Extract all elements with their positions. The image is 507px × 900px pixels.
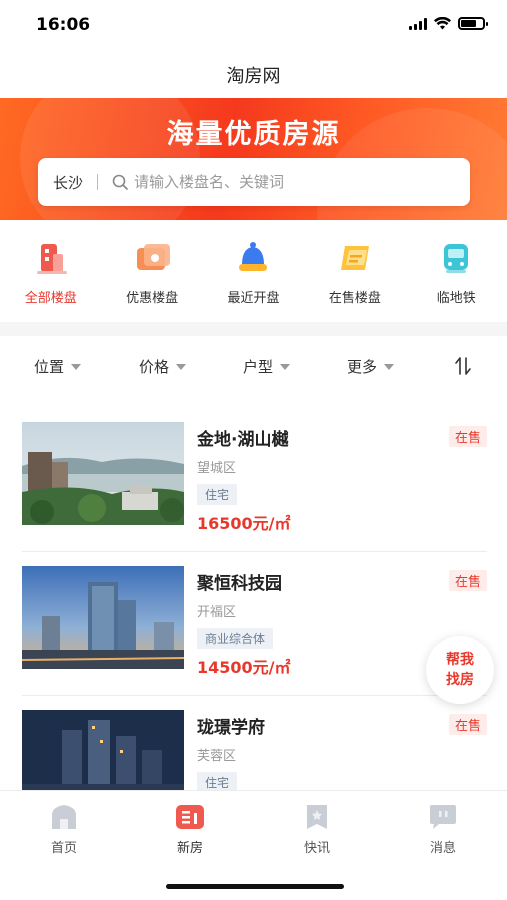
search-input[interactable] [134, 173, 415, 191]
new-house-icon [176, 805, 204, 829]
category-on-sale[interactable]: 在售楼盘 [304, 238, 405, 306]
caret-down-icon [384, 363, 395, 370]
category-near-subway[interactable]: 临地铁 [406, 238, 507, 306]
listing-district: 开福区 [197, 605, 237, 620]
filter-more[interactable]: 更多 [347, 356, 395, 377]
tab-messages[interactable]: 消息 [413, 803, 473, 856]
subway-icon [444, 244, 469, 273]
listing-price: 16500元/㎡ [197, 514, 291, 533]
filter-location[interactable]: 位置 [34, 356, 82, 377]
search-divider [97, 174, 99, 190]
home-indicator [166, 884, 344, 889]
section-divider [0, 322, 507, 336]
tag-icon [340, 246, 369, 270]
hero-banner: 海量优质房源 长沙 [0, 98, 507, 220]
wifi-icon [434, 17, 451, 30]
listing-name: 聚恒科技园 [197, 574, 282, 594]
listing-photo [22, 422, 184, 525]
property-type-tag: 住宅 [197, 484, 238, 505]
status-icons [409, 17, 488, 30]
row-divider [22, 551, 487, 552]
message-icon [430, 805, 456, 829]
page-title: 淘房网 [226, 66, 281, 87]
sort-icon[interactable] [454, 356, 472, 376]
news-icon [307, 805, 327, 829]
caret-down-icon [280, 363, 291, 370]
listing-district: 望城区 [197, 461, 237, 476]
property-type-tag: 商业综合体 [197, 628, 274, 649]
status-badge: 在售 [448, 426, 487, 447]
listing-district: 芙蓉区 [197, 749, 237, 764]
status-time: 16:06 [36, 15, 91, 35]
caret-down-icon [176, 363, 187, 370]
listing-item[interactable]: 金地·湖山樾 在售 望城区 住宅 16500元/㎡ [22, 422, 487, 552]
category-recent-open[interactable]: 最近开盘 [203, 238, 304, 306]
listing-price: 14500元/㎡ [197, 658, 291, 677]
listing-name: 珑璟学府 [197, 718, 265, 738]
filter-price[interactable]: 价格 [139, 356, 187, 377]
bell-icon [239, 242, 268, 271]
status-bar: 16:06 [0, 0, 507, 50]
building-icon [36, 244, 67, 274]
filter-layout[interactable]: 户型 [243, 356, 291, 377]
listing-name: 金地·湖山樾 [197, 430, 289, 450]
search-bar[interactable]: 长沙 [38, 158, 470, 206]
home-icon [52, 805, 76, 829]
status-badge: 在售 [448, 570, 487, 591]
category-discount[interactable]: 优惠楼盘 [101, 238, 202, 306]
tab-home[interactable]: 首页 [34, 803, 94, 856]
city-selector[interactable]: 长沙 [53, 172, 83, 193]
discount-icon [137, 244, 171, 270]
caret-down-icon [71, 363, 82, 370]
tab-new-house[interactable]: 新房 [160, 803, 220, 856]
listing-photo [22, 566, 184, 669]
status-badge: 在售 [448, 714, 487, 735]
category-nav: 全部楼盘 优惠楼盘 最近开盘 在售楼盘 临地铁 [0, 238, 507, 306]
cellular-signal-icon [409, 17, 427, 30]
category-all-buildings[interactable]: 全部楼盘 [0, 238, 101, 306]
listing-item[interactable]: 聚恒科技园 在售 开福区 商业综合体 14500元/㎡ [22, 566, 487, 696]
help-find-house-button[interactable]: 帮我 找房 [426, 636, 494, 704]
row-divider [22, 695, 487, 696]
tab-news[interactable]: 快讯 [287, 803, 347, 856]
filter-bar: 位置 价格 户型 更多 [0, 350, 507, 384]
search-icon [112, 174, 128, 190]
battery-icon [458, 17, 488, 30]
banner-title: 海量优质房源 [166, 119, 341, 150]
